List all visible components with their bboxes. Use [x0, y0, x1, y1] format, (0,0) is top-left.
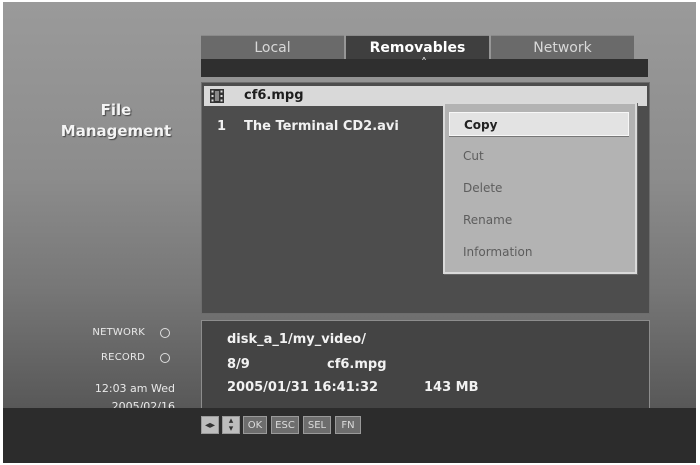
up-down-arrows-icon[interactable]: ▴ ▾: [222, 416, 240, 434]
page-title-line1: File: [100, 101, 132, 119]
fn-key[interactable]: FN: [335, 416, 361, 434]
menu-item-copy[interactable]: Copy: [449, 112, 629, 136]
left-right-arrows-icon[interactable]: ◂▸: [201, 416, 219, 434]
info-filename: cf6.mpg: [327, 357, 387, 372]
tab-network[interactable]: Network: [491, 35, 634, 60]
menu-item-rename[interactable]: Rename: [449, 208, 629, 232]
file-name: cf6.mpg: [244, 88, 304, 103]
page-title-line2: Management: [60, 122, 172, 140]
film-icon: [210, 89, 224, 103]
file-info-panel: disk_a_1/my_video/ 8/9 cf6.mpg 2005/01/3…: [201, 320, 650, 410]
network-status-label: NETWORK: [92, 327, 145, 338]
menu-item-cut[interactable]: Cut: [449, 144, 629, 168]
screen: File Management Local Removables Network…: [3, 2, 696, 463]
file-index: 1: [217, 119, 227, 134]
tab-bar: Local Removables Network: [201, 35, 634, 60]
file-name: The Terminal CD2.avi: [244, 119, 399, 134]
menu-item-delete[interactable]: Delete: [449, 176, 629, 200]
info-datetime: 2005/01/31 16:41:32: [227, 380, 379, 395]
sel-key[interactable]: SEL: [303, 416, 331, 434]
esc-key[interactable]: ESC: [271, 416, 299, 434]
menu-item-information[interactable]: Information: [449, 240, 629, 264]
info-path: disk_a_1/my_video/: [227, 332, 366, 347]
info-position: 8/9: [227, 357, 250, 372]
clock-time: 12:03 am Wed: [94, 382, 175, 395]
record-status-label: RECORD: [101, 352, 145, 363]
tab-local[interactable]: Local: [201, 35, 344, 60]
chevron-up-icon: ˄: [421, 56, 427, 70]
context-menu: Copy Cut Delete Rename Information: [443, 102, 637, 274]
page-title: File Management: [41, 100, 191, 142]
record-status-indicator: [160, 353, 170, 363]
network-status-indicator: [160, 328, 170, 338]
ok-key[interactable]: OK: [243, 416, 267, 434]
info-size: 143 MB: [424, 380, 479, 395]
